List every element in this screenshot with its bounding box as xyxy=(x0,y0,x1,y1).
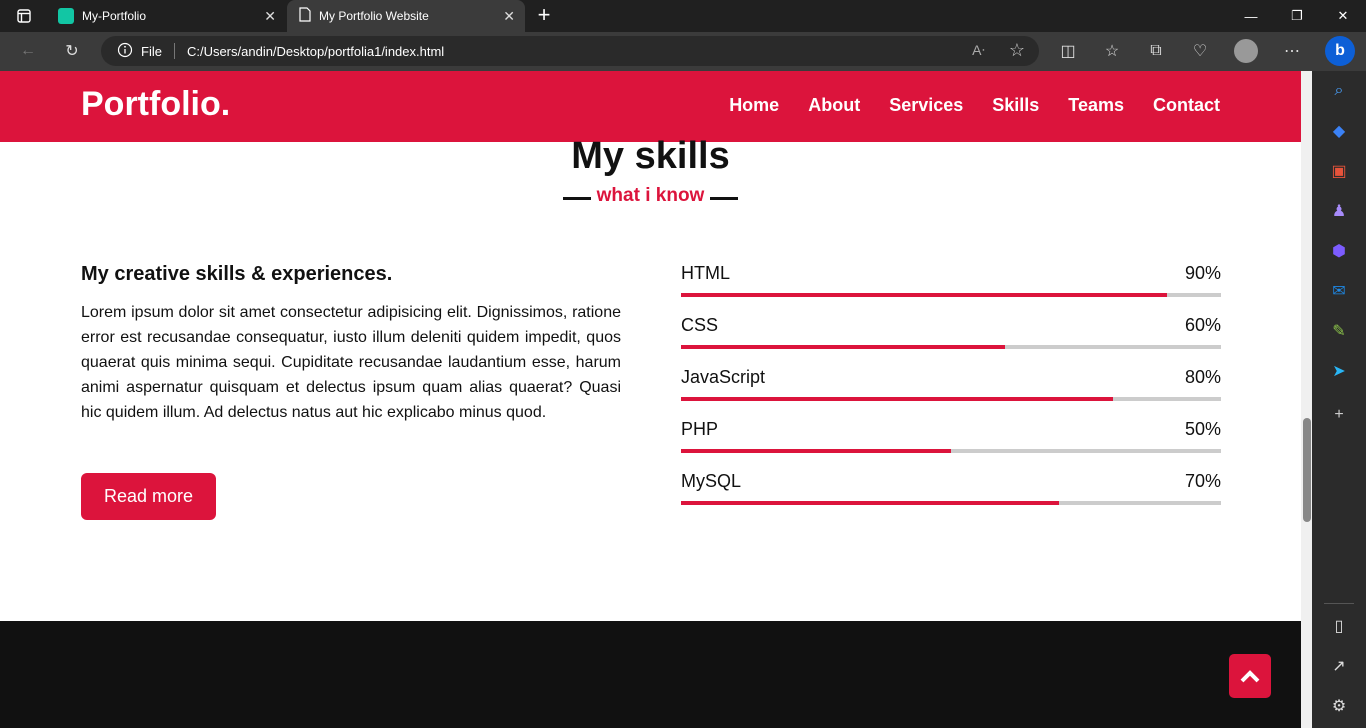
read-aloud-icon[interactable]: Aᐧ xyxy=(972,42,985,59)
skill-name: PHP xyxy=(681,419,719,439)
skill-track xyxy=(681,501,1221,505)
tab-title: My Portfolio Website xyxy=(319,9,429,23)
nav-skills[interactable]: Skills xyxy=(992,95,1039,116)
skill-fill xyxy=(681,293,1167,297)
tab-close-icon[interactable]: ✕ xyxy=(264,8,276,25)
skill-fill xyxy=(681,501,1059,505)
skill-track xyxy=(681,397,1221,401)
tab-title: My-Portfolio xyxy=(82,9,147,23)
hide-sidebar-icon[interactable]: ▯ xyxy=(1327,614,1351,638)
microsoft-365-icon[interactable]: ⬢ xyxy=(1327,239,1351,263)
add-sidebar-app-icon[interactable]: + xyxy=(1327,403,1351,427)
scheme-label: File xyxy=(141,43,162,59)
section-subtitle-text: what i know xyxy=(563,185,739,206)
collections-icon[interactable]: ⧉ xyxy=(1146,41,1166,61)
skill-name: MySQL xyxy=(681,471,742,491)
site-header: Portfolio. Home About Services Skills Te… xyxy=(0,71,1301,142)
split-screen-icon[interactable]: ◫ xyxy=(1058,41,1078,61)
open-external-icon[interactable]: ↗ xyxy=(1327,654,1351,678)
site-logo[interactable]: Portfolio. xyxy=(81,85,230,124)
address-bar[interactable]: File C:/Users/andin/Desktop/portfolia1/i… xyxy=(101,36,1039,66)
skill-name: JavaScript xyxy=(681,367,766,387)
copilot-icon[interactable]: b xyxy=(1325,36,1355,66)
address-divider xyxy=(173,43,175,59)
tab-close-icon[interactable]: ✕ xyxy=(503,8,515,25)
skill-fill xyxy=(681,397,1113,401)
browser-toolbar: ← ↻ File C:/Users/andin/Desktop/portfoli… xyxy=(0,32,1366,71)
tools-icon[interactable]: ▣ xyxy=(1327,159,1351,183)
skill-percent: 50% xyxy=(1184,419,1221,439)
read-more-button[interactable]: Read more xyxy=(81,473,216,520)
back-icon[interactable]: ← xyxy=(16,41,40,61)
browser-tab-bar: My-Portfolio ✕ My Portfolio Website ✕ + … xyxy=(0,0,1366,32)
favorites-icon[interactable]: ☆ xyxy=(1102,41,1122,61)
skill-percent: 90% xyxy=(1184,263,1221,283)
nav-about[interactable]: About xyxy=(808,95,860,116)
nav-contact[interactable]: Contact xyxy=(1153,95,1220,116)
settings-gear-icon[interactable]: ⚙ xyxy=(1327,694,1351,718)
page-viewport: Portfolio. Home About Services Skills Te… xyxy=(0,71,1301,728)
skill-percent: 60% xyxy=(1184,315,1221,335)
skill-percent: 80% xyxy=(1184,367,1221,387)
more-options-icon[interactable]: ⋯ xyxy=(1282,41,1302,61)
skill-name: HTML xyxy=(681,263,730,283)
scrollbar-thumb[interactable] xyxy=(1303,418,1311,522)
skill-name: CSS xyxy=(681,315,719,335)
skill-bar-html: HTML 90% xyxy=(681,263,1221,315)
new-tab-icon[interactable]: + xyxy=(534,2,554,27)
edge-sidebar: ⌕ ◆ ▣ ♟ ⬢ ✉ ✎ ➤ + ▯ ↗ ⚙ xyxy=(1312,71,1366,728)
skill-percent: 70% xyxy=(1184,471,1221,491)
browser-essentials-icon[interactable]: ♡ xyxy=(1190,41,1210,61)
profile-avatar-icon[interactable] xyxy=(1234,39,1258,63)
skills-paragraph: Lorem ipsum dolor sit amet consectetur a… xyxy=(81,304,621,421)
skill-bar-css: CSS 60% xyxy=(681,315,1221,367)
designer-icon[interactable]: ✎ xyxy=(1327,319,1351,343)
skill-fill xyxy=(681,345,1005,349)
nav-home[interactable]: Home xyxy=(729,95,779,116)
send-icon[interactable]: ➤ xyxy=(1327,359,1351,383)
minimize-icon[interactable]: — xyxy=(1228,0,1274,32)
url-text: C:/Users/andin/Desktop/portfolia1/index.… xyxy=(186,43,445,59)
skill-track xyxy=(681,293,1221,297)
skill-bar-javascript: JavaScript 80% xyxy=(681,367,1221,419)
skill-bars: HTML 90% CSS 60% JavaScript 80% PHP 50% MySQ… xyxy=(681,263,1221,523)
main-nav: Home About Services Skills Teams Contact xyxy=(729,95,1220,116)
skills-heading: My creative skills & experiences. xyxy=(81,263,393,285)
tab-my-portfolio[interactable]: My-Portfolio ✕ xyxy=(48,0,286,32)
close-window-icon[interactable]: ✕ xyxy=(1320,0,1366,32)
games-icon[interactable]: ♟ xyxy=(1327,199,1351,223)
skill-fill xyxy=(681,449,951,453)
footer xyxy=(0,621,1301,728)
site-favicon-icon xyxy=(58,8,74,24)
restore-icon[interactable]: ❐ xyxy=(1274,0,1320,32)
page-scrollbar[interactable] xyxy=(1301,71,1312,728)
skill-track xyxy=(681,345,1221,349)
skills-text-column: My creative skills & experiences. Lorem … xyxy=(81,263,621,425)
page-icon xyxy=(299,7,311,25)
section-subtitle: what i know xyxy=(0,185,1301,207)
scroll-to-top-button[interactable] xyxy=(1229,654,1271,698)
refresh-icon[interactable]: ↻ xyxy=(60,41,84,61)
chevron-up-icon xyxy=(1240,670,1260,683)
nav-services[interactable]: Services xyxy=(889,95,963,116)
nav-teams[interactable]: Teams xyxy=(1068,95,1124,116)
search-icon[interactable]: ⌕ xyxy=(1327,79,1351,103)
skill-bar-php: PHP 50% xyxy=(681,419,1221,471)
tab-actions-icon[interactable] xyxy=(12,7,36,25)
shopping-tag-icon[interactable]: ◆ xyxy=(1327,119,1351,143)
skill-bar-mysql: MySQL 70% xyxy=(681,471,1221,523)
skill-track xyxy=(681,449,1221,453)
tab-my-portfolio-website[interactable]: My Portfolio Website ✕ xyxy=(287,0,525,32)
section-title: My skills xyxy=(571,135,730,177)
sidebar-divider xyxy=(1324,603,1354,604)
info-icon[interactable] xyxy=(117,42,133,61)
outlook-icon[interactable]: ✉ xyxy=(1327,279,1351,303)
favorite-star-icon[interactable]: ☆ xyxy=(1009,40,1025,61)
